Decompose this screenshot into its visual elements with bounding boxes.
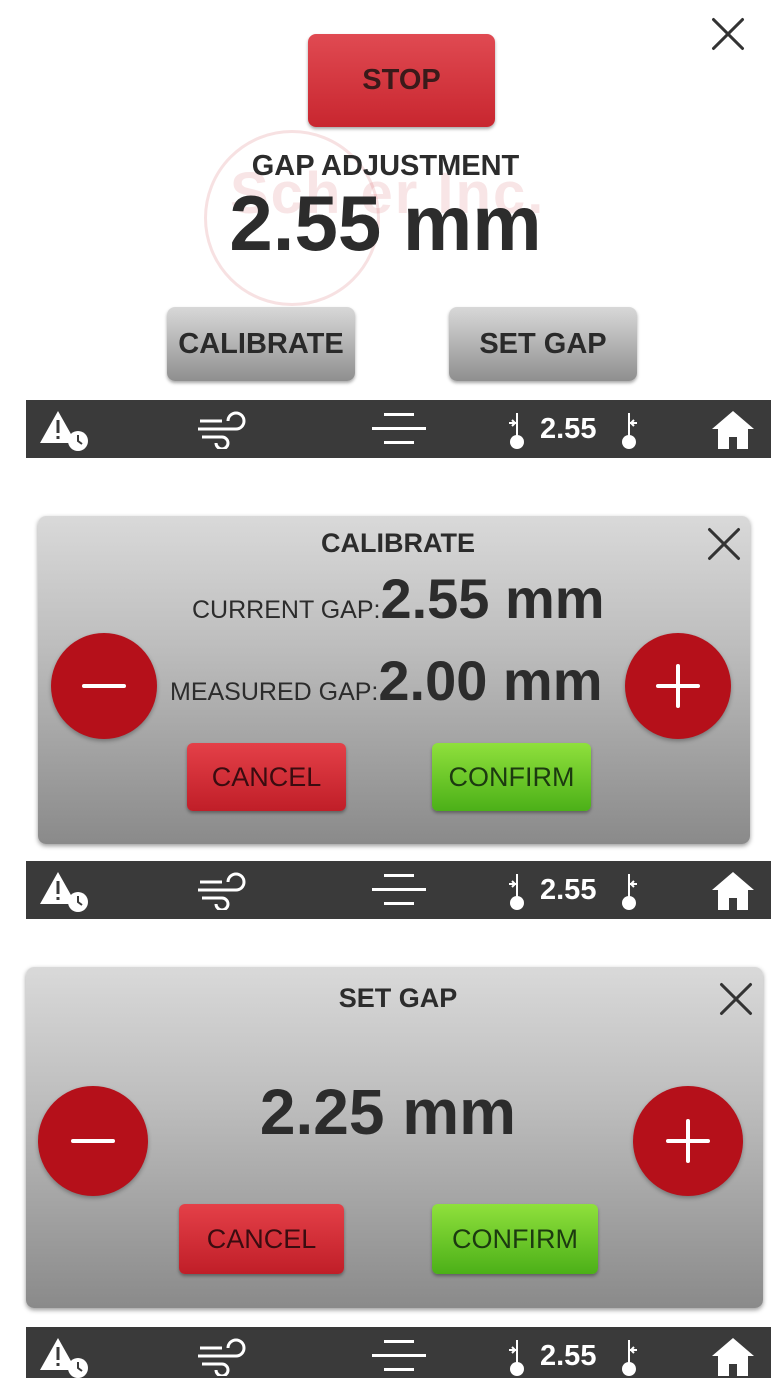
current-gap-label: CURRENT GAP: — [192, 596, 381, 624]
decrement-button[interactable] — [51, 633, 157, 739]
stop-button-label: STOP — [362, 64, 441, 96]
menu-icon[interactable] — [370, 861, 428, 919]
confirm-button-label: CONFIRM — [452, 1223, 578, 1254]
home-icon[interactable] — [710, 861, 756, 919]
gap-right-icon — [618, 1327, 640, 1385]
increment-button[interactable] — [625, 633, 731, 739]
cancel-button-label: CANCEL — [211, 761, 322, 792]
set-gap-button-label: SET GAP — [479, 327, 607, 360]
alert-clock-icon[interactable] — [38, 400, 90, 458]
measured-gap-row: MEASURED GAP:2.00 mm — [170, 648, 603, 713]
wind-icon[interactable] — [194, 400, 258, 458]
set-gap-button[interactable]: SET GAP — [449, 307, 637, 381]
current-gap-row: CURRENT GAP:2.55 mm — [192, 566, 605, 631]
status-bar: 2.55 — [26, 1327, 771, 1378]
cancel-button[interactable]: CANCEL — [179, 1204, 344, 1274]
confirm-button[interactable]: CONFIRM — [432, 743, 591, 811]
menu-icon[interactable] — [370, 1327, 428, 1385]
wind-icon[interactable] — [194, 861, 258, 919]
measured-gap-label: MEASURED GAP: — [170, 678, 379, 706]
gap-left-icon — [506, 1327, 528, 1385]
home-icon[interactable] — [710, 1327, 756, 1385]
confirm-button[interactable]: CONFIRM — [432, 1204, 598, 1274]
cancel-button-label: CANCEL — [206, 1223, 317, 1254]
dialog-title: SET GAP — [338, 983, 458, 1013]
status-bar: 2.55 — [26, 861, 771, 919]
gap-right-icon — [618, 861, 640, 919]
close-icon[interactable] — [708, 14, 748, 54]
gap-right-icon — [618, 400, 640, 458]
menu-icon[interactable] — [370, 400, 428, 458]
status-gap-value: 2.55 — [540, 873, 597, 906]
cancel-button[interactable]: CANCEL — [187, 743, 346, 811]
alert-clock-icon[interactable] — [38, 1327, 90, 1385]
dialog-title: CALIBRATE — [321, 528, 475, 558]
close-icon[interactable] — [716, 979, 756, 1019]
close-icon[interactable] — [704, 524, 744, 564]
calibrate-button[interactable]: CALIBRATE — [167, 307, 355, 381]
home-icon[interactable] — [710, 400, 756, 458]
calibrate-button-label: CALIBRATE — [178, 327, 344, 360]
gap-value-display: 2.55 mm — [229, 179, 542, 267]
wind-icon[interactable] — [194, 1327, 258, 1385]
gap-left-icon — [506, 400, 528, 458]
current-gap-value: 2.55 mm — [380, 567, 605, 630]
stop-button[interactable]: STOP — [308, 34, 495, 127]
increment-button[interactable] — [633, 1086, 743, 1196]
status-gap-value: 2.55 — [540, 1339, 597, 1372]
confirm-button-label: CONFIRM — [448, 761, 575, 792]
status-gap-value: 2.55 — [540, 412, 597, 445]
decrement-button[interactable] — [38, 1086, 148, 1196]
measured-gap-value: 2.00 mm — [378, 649, 603, 712]
alert-clock-icon[interactable] — [38, 861, 90, 919]
gap-left-icon — [506, 861, 528, 919]
status-bar: 2.55 — [26, 400, 771, 458]
